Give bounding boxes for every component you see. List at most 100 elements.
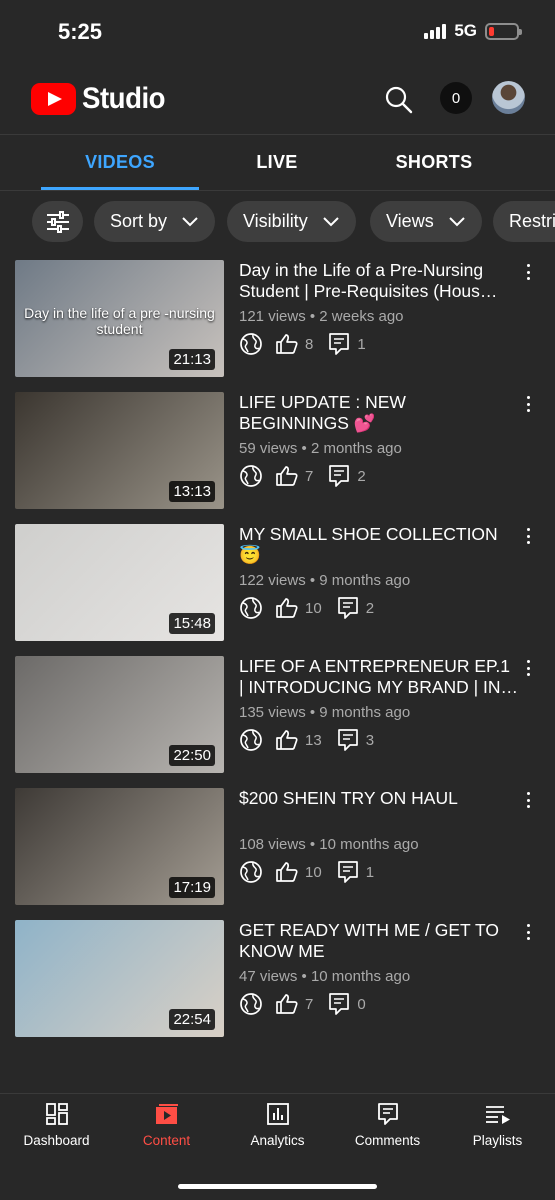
comment-count: 3 xyxy=(365,731,375,749)
globe-icon xyxy=(240,729,262,751)
video-title[interactable]: MY SMALL SHOE COLLECTION 😇 xyxy=(239,524,519,566)
video-views: 47 views xyxy=(239,968,298,985)
comment-count: 2 xyxy=(357,467,366,485)
tab-shorts[interactable]: SHORTS xyxy=(355,135,513,190)
video-stats: 70 xyxy=(239,992,366,1016)
tab-live[interactable]: LIVE xyxy=(198,135,356,190)
more-options-icon[interactable] xyxy=(523,526,533,546)
visibility-chip[interactable]: Visibility xyxy=(227,201,356,242)
video-row[interactable]: 15:48 MY SMALL SHOE COLLECTION 😇 122 views… xyxy=(0,524,555,642)
content-tabs: VIDEOS LIVE SHORTS xyxy=(0,135,555,190)
meta-separator: • xyxy=(305,704,320,721)
comment-count: 0 xyxy=(357,995,366,1013)
globe-icon xyxy=(240,465,262,487)
video-age: 9 months ago xyxy=(319,704,411,721)
video-title[interactable]: GET READY WITH ME / GET TO KNOW ME xyxy=(239,920,519,962)
avatar[interactable] xyxy=(492,81,525,114)
video-stats: 81 xyxy=(239,332,366,356)
like-count: 7 xyxy=(305,467,314,485)
comment-count: 1 xyxy=(357,335,366,353)
comment-icon xyxy=(337,861,358,883)
like-count: 10 xyxy=(305,599,322,617)
video-stats: 10 2 xyxy=(239,596,374,620)
views-chip[interactable]: Views xyxy=(370,201,482,242)
globe-icon xyxy=(240,993,262,1015)
comment-icon xyxy=(337,597,358,619)
like-count: 10 xyxy=(305,863,322,881)
nav-dashboard[interactable]: Dashboard xyxy=(1,1102,112,1158)
video-thumbnail[interactable]: 13:13 xyxy=(15,392,224,509)
like-count: 7 xyxy=(305,995,314,1013)
nav-comments[interactable]: Comments xyxy=(332,1102,443,1158)
more-options-icon[interactable] xyxy=(523,922,533,942)
video-meta: 108 views • 10 months ago xyxy=(239,836,419,853)
sort-by-chip[interactable]: Sort by xyxy=(94,201,216,242)
video-thumbnail[interactable]: Day in the life of a pre -nursing studen… xyxy=(15,260,224,377)
video-duration: 17:19 xyxy=(169,877,215,898)
video-thumbnail[interactable]: 22:54 xyxy=(15,920,224,1037)
video-row[interactable]: 13:13 LIFE UPDATE : NEW BEGINNINGS 💕 59 vi… xyxy=(0,392,555,510)
meta-separator: • xyxy=(305,836,320,853)
tab-videos[interactable]: VIDEOS xyxy=(41,135,199,190)
video-age: 10 months ago xyxy=(310,968,411,985)
comment-icon xyxy=(337,729,358,751)
video-title[interactable]: Day in the Life of a Pre-Nursing Student… xyxy=(239,260,519,302)
content-icon xyxy=(155,1104,178,1124)
video-views: 121 views xyxy=(239,308,306,325)
battery-icon xyxy=(485,22,522,40)
more-options-icon[interactable] xyxy=(523,262,533,282)
video-row[interactable]: 22:54 GET READY WITH ME / GET TO KNOW ME 4… xyxy=(0,920,555,1038)
video-age: 10 months ago xyxy=(319,836,419,853)
video-age: 2 months ago xyxy=(310,440,402,457)
comment-icon xyxy=(329,993,350,1015)
chevron-down-icon xyxy=(182,216,198,226)
globe-icon xyxy=(240,861,262,883)
nav-playlists-label: Playlists xyxy=(472,1133,523,1148)
video-row[interactable]: 22:50 LIFE OF A ENTREPRENEUR EP.1 | INTRO… xyxy=(0,656,555,774)
video-row[interactable]: 17:19 $200 SHEIN TRY ON HAUL 108 views • 1… xyxy=(0,788,555,906)
restrictions-chip[interactable]: Restrictions xyxy=(493,201,555,242)
more-options-icon[interactable] xyxy=(523,790,533,810)
video-views: 135 views xyxy=(239,704,306,721)
nav-comments-label: Comments xyxy=(354,1133,421,1148)
more-options-icon[interactable] xyxy=(523,394,533,414)
network-label: 5G xyxy=(454,21,477,40)
signal-icon xyxy=(424,23,447,39)
video-duration: 15:48 xyxy=(169,613,215,634)
status-time: 5:25 xyxy=(58,19,103,44)
video-meta: 47 views • 10 months ago xyxy=(239,968,410,985)
nav-analytics[interactable]: Analytics xyxy=(222,1102,333,1158)
nav-dashboard-label: Dashboard xyxy=(23,1133,90,1148)
thumbs-up-icon xyxy=(276,730,298,750)
nav-analytics-label: Analytics xyxy=(250,1133,305,1148)
bottom-navigation: Dashboard Content Analytics Comments Pla… xyxy=(0,1093,555,1200)
video-stats: 72 xyxy=(239,464,366,488)
more-options-icon[interactable] xyxy=(523,658,533,678)
filter-chips: Sort by Visibility Views Restrictions xyxy=(32,201,555,243)
playlists-icon xyxy=(485,1106,510,1124)
notifications-button[interactable]: 0 xyxy=(440,82,472,114)
youtube-studio-logo[interactable]: Studio xyxy=(31,82,172,116)
nav-content[interactable]: Content xyxy=(111,1102,222,1158)
comment-icon xyxy=(329,465,350,487)
video-meta: 59 views • 2 months ago xyxy=(239,440,402,457)
filter-button[interactable] xyxy=(32,201,83,242)
video-age: 9 months ago xyxy=(319,572,411,589)
video-age: 2 weeks ago xyxy=(319,308,404,325)
dashboard-icon xyxy=(45,1103,68,1125)
chevron-down-icon xyxy=(448,216,465,226)
like-count: 13 xyxy=(305,731,322,749)
video-thumbnail[interactable]: 15:48 xyxy=(15,524,224,641)
video-title[interactable]: LIFE UPDATE : NEW BEGINNINGS 💕 xyxy=(239,392,519,434)
search-icon[interactable] xyxy=(383,84,415,116)
nav-content-label: Content xyxy=(142,1133,191,1148)
video-title[interactable]: LIFE OF A ENTREPRENEUR EP.1 | INTRODUCIN… xyxy=(239,656,519,698)
video-views: 108 views xyxy=(239,836,306,853)
tabs-divider xyxy=(0,190,555,191)
nav-playlists[interactable]: Playlists xyxy=(442,1102,553,1158)
video-thumbnail[interactable]: 22:50 xyxy=(15,656,224,773)
video-row[interactable]: Day in the life of a pre -nursing studen… xyxy=(0,260,555,378)
video-title[interactable]: $200 SHEIN TRY ON HAUL xyxy=(239,788,519,809)
video-thumbnail[interactable]: 17:19 xyxy=(15,788,224,905)
visibility-label: Visibility xyxy=(243,211,308,231)
